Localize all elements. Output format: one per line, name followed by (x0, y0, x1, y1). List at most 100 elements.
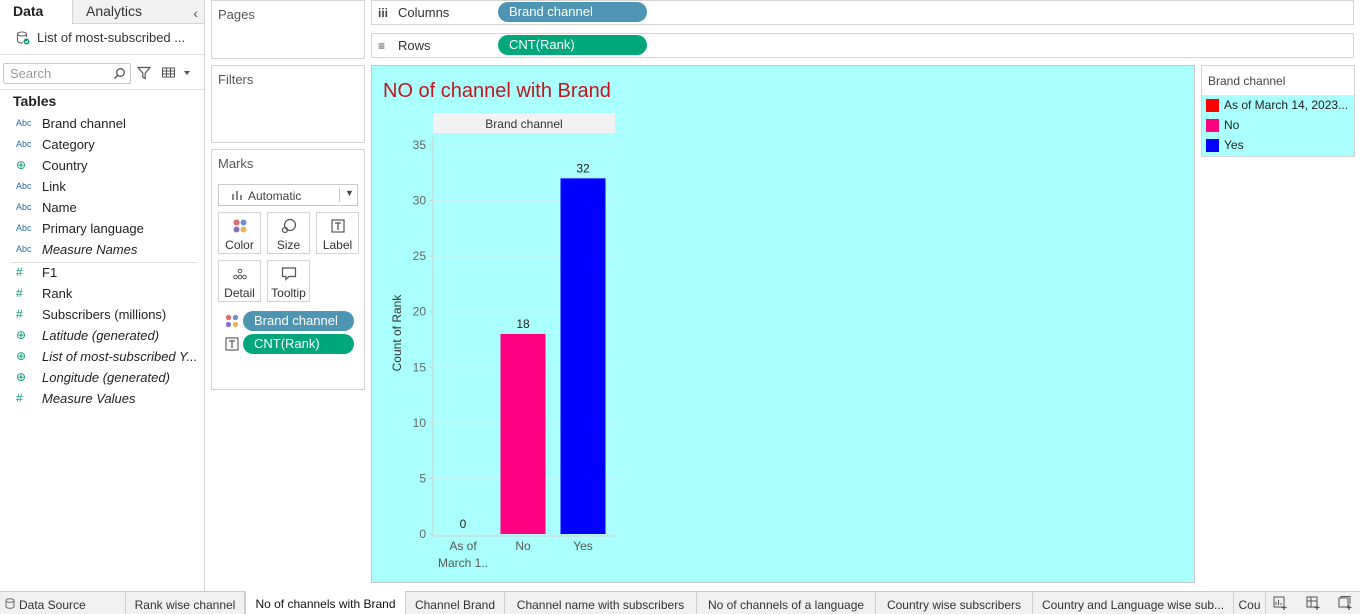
size-label: Size (276, 238, 301, 252)
marks-color-pill[interactable]: Brand channel (243, 311, 354, 331)
sheet-tab-label: Channel name with subscribers (516, 598, 685, 612)
bar-value-label: 18 (516, 317, 530, 331)
tooltip-label: Tooltip (271, 286, 306, 300)
rows-icon: ≡ (378, 39, 386, 53)
sheet-tab[interactable]: No of channels of a language (697, 592, 876, 614)
color-label: Color (225, 238, 254, 252)
new-dashboard-icon[interactable] (1306, 596, 1321, 610)
field-item[interactable]: ⊕ Country (0, 156, 200, 176)
detail-button[interactable]: Detail (218, 260, 261, 302)
y-tick-label: 35 (413, 138, 427, 152)
color-button[interactable]: Color (218, 212, 261, 254)
divider (0, 89, 204, 90)
label-label: Label (322, 238, 353, 252)
field-label: Measure Names (42, 242, 138, 257)
new-story-icon[interactable] (1338, 596, 1353, 610)
data-pane: Data Analytics ‹ List of most-subscribed… (0, 0, 205, 591)
y-tick-label: 5 (419, 471, 426, 485)
collapse-pane-icon[interactable]: ‹ (193, 2, 198, 24)
view-options-icon[interactable] (162, 67, 192, 79)
field-label: Measure Values (42, 391, 136, 406)
string-type-icon: Abc (16, 244, 32, 254)
rows-shelf-label: Rows (398, 38, 431, 53)
columns-pill[interactable]: Brand channel (498, 2, 647, 22)
field-item[interactable]: # Rank (0, 284, 200, 304)
pages-card[interactable]: Pages (211, 0, 365, 59)
legend-item[interactable]: Yes (1202, 136, 1354, 156)
field-item[interactable]: Abc Measure Names (0, 240, 200, 260)
field-label: Primary language (42, 221, 144, 236)
bar (500, 333, 546, 534)
sheet-tab[interactable]: Country and Language wise sub... (1033, 592, 1234, 614)
field-item[interactable]: Abc Primary language (0, 219, 200, 239)
y-tick-label: 20 (413, 305, 427, 319)
columns-shelf[interactable]: iii Columns Brand channel (371, 0, 1354, 25)
field-item[interactable]: Abc Link (0, 177, 200, 197)
bar (560, 178, 606, 534)
field-label: F1 (42, 265, 58, 280)
new-worksheet-icon[interactable] (1273, 596, 1288, 610)
globe-icon: ⊕ (16, 328, 27, 342)
field-item[interactable]: # Measure Values (0, 389, 200, 409)
tab-analytics[interactable]: Analytics ‹ (72, 0, 204, 24)
field-item[interactable]: # F1 (0, 263, 200, 283)
sheet-tab[interactable]: Cou (1234, 592, 1266, 614)
bar-chart: Brand channel 0 5 10 15 20 25 30 35 Count of Rank… (390, 113, 615, 570)
rows-shelf[interactable]: ≡ Rows CNT(Rank) (371, 33, 1354, 58)
filters-card-title: Filters (218, 72, 254, 87)
field-label: Brand channel (42, 116, 126, 131)
sheet-tab[interactable]: No of channels with Brand (245, 591, 406, 614)
label-button[interactable]: Label (316, 212, 359, 254)
field-item[interactable]: # Subscribers (millions) (0, 305, 200, 325)
field-item[interactable]: ⊕ Longitude (generated) (0, 368, 200, 388)
field-item[interactable]: Abc Name (0, 198, 200, 218)
rows-pill[interactable]: CNT(Rank) (498, 35, 647, 55)
legend-title: Brand channel (1208, 74, 1286, 88)
field-item[interactable]: Abc Category (0, 135, 200, 155)
filters-card[interactable]: Filters (211, 65, 365, 143)
tab-data-source[interactable]: Data Source (0, 592, 126, 614)
legend-label: No (1224, 118, 1240, 132)
datasource-icon (16, 31, 30, 45)
y-tick-label: 25 (413, 249, 427, 263)
legend-item[interactable]: No (1202, 116, 1354, 136)
marks-label-pill[interactable]: CNT(Rank) (243, 334, 354, 354)
field-label: Country (42, 158, 88, 173)
sheet-tab-label: Rank wise channel (134, 598, 236, 612)
mark-type-dropdown[interactable]: Automatic ▼ (218, 184, 358, 206)
legend-item[interactable]: As of March 14, 2023... (1202, 96, 1354, 116)
string-type-icon: Abc (16, 139, 32, 149)
legend-label: Yes (1224, 138, 1244, 152)
tab-data[interactable]: Data (0, 0, 72, 24)
number-type-icon: # (16, 286, 23, 300)
detail-icon (233, 268, 247, 280)
globe-icon: ⊕ (16, 370, 27, 384)
search-field[interactable] (3, 63, 131, 84)
search-icon[interactable] (113, 67, 126, 80)
y-tick-label: 10 (413, 416, 427, 430)
sheet-tab[interactable]: Country wise subscribers (876, 592, 1033, 614)
label-icon (331, 219, 345, 233)
number-type-icon: # (16, 307, 23, 321)
chart-view[interactable]: NO of channel with Brand Brand channel 0 5… (371, 65, 1195, 583)
y-tick-label: 30 (413, 194, 427, 208)
field-item[interactable]: Abc Brand channel (0, 114, 200, 134)
pages-card-title: Pages (218, 7, 255, 22)
legend-label: As of March 14, 2023... (1224, 98, 1349, 112)
filter-icon[interactable] (137, 66, 151, 80)
sheet-tab[interactable]: Channel name with subscribers (505, 592, 697, 614)
datasource-item[interactable]: List of most-subscribed ... (16, 29, 201, 49)
divider (0, 54, 204, 55)
size-button[interactable]: Size (267, 212, 310, 254)
sheet-tab[interactable]: Rank wise channel (126, 592, 245, 614)
tooltip-button[interactable]: Tooltip (267, 260, 310, 302)
sheet-tabs-bar: Data Source Rank wise channel No of chann… (0, 591, 1360, 614)
search-input[interactable] (10, 66, 110, 81)
x-tick-label: As of (449, 539, 477, 553)
divider (10, 262, 198, 263)
columns-icon: iii (378, 6, 389, 20)
sheet-tab[interactable]: Channel Brand (406, 592, 505, 614)
field-item[interactable]: ⊕ Latitude (generated) (0, 326, 200, 346)
legend-swatch (1206, 119, 1219, 132)
field-item[interactable]: ⊕ List of most-subscribed Y... (0, 347, 200, 367)
